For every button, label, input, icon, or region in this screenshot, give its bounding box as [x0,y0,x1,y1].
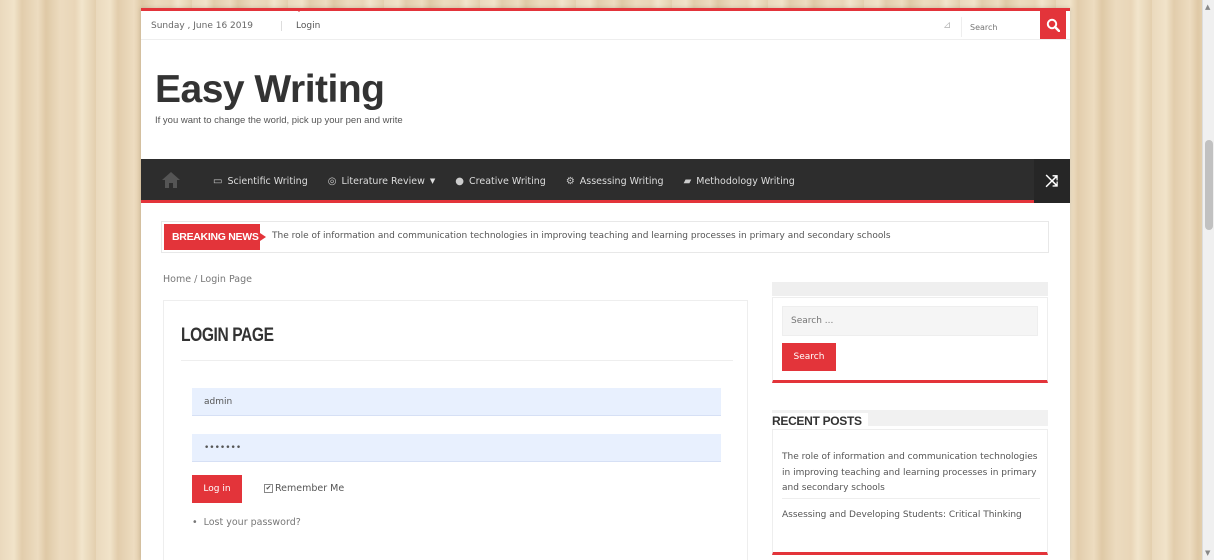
lost-password-item: • Lost your password? [192,517,301,528]
search-icon [1046,18,1060,32]
nav-item-methodology-writing[interactable]: ▰ Methodology Writing [674,159,805,203]
site-tagline: If you want to change the world, pick up… [155,115,403,126]
scrollbar-thumb[interactable] [1205,140,1213,230]
breadcrumb[interactable]: Home / Login Page [163,274,252,285]
scroll-down-icon[interactable]: ▼ [1205,549,1210,557]
title-divider [181,360,733,361]
current-date: Sunday , June 16 2019 [151,21,253,31]
nav-item-label: Literature Review [341,175,425,187]
remember-me-label: Remember Me [275,483,345,494]
login-button[interactable]: Log in [192,475,242,503]
top-bar: Sunday , June 16 2019 Login ⊿ [141,8,1070,40]
chat-icon: ◎ [327,175,337,187]
sidebar-tabs-strip [772,282,1048,296]
eye-icon: ● [455,175,465,187]
flag-icon: ▰ [683,175,692,187]
random-post-button[interactable]: ⤨ [1034,159,1070,203]
nav-item-label: Assessing Writing [579,175,664,187]
page-title: LOGIN PAGE [181,325,274,346]
site-container: Sunday , June 16 2019 Login ⊿ Easy Writi… [141,8,1070,560]
scroll-up-icon[interactable]: ▲ [1205,3,1210,11]
nav-item-label: Creative Writing [469,175,546,187]
chevron-down-icon: ▼ [429,177,436,185]
login-panel: LOGIN PAGE Log in ✔ Remember Me • Lost yo… [163,300,748,560]
bullet-icon: • [192,517,198,528]
shuffle-icon: ⤨ [1045,171,1059,190]
username-field[interactable] [192,388,721,416]
page-scrollbar[interactable]: ▲ ▼ [1202,0,1214,560]
rss-icon[interactable]: ⊿ [943,20,951,31]
nav-item-label: Methodology Writing [696,175,795,187]
cogs-icon: ⚙ [565,175,575,187]
nav-item-label: Scientific Writing [227,175,308,187]
breaking-news-ticker: BREAKING NEWS The role of information an… [161,221,1049,253]
checkbox-checked-icon[interactable]: ✔ [264,484,273,493]
main-navigation: ▭ Scientific Writing ◎ Literature Review… [141,159,1070,203]
nav-item-assessing-writing[interactable]: ⚙ Assessing Writing [556,159,674,203]
lost-password-link[interactable]: Lost your password? [204,517,301,528]
recent-posts-header: RECENT POSTS [772,410,1048,429]
recent-posts-title: RECENT POSTS [772,413,868,429]
sidebar-search-widget: Search [772,297,1048,383]
top-login-link[interactable]: Login [281,21,320,31]
site-logo[interactable]: Easy Writing [155,68,385,112]
home-icon[interactable] [161,171,181,189]
book-icon: ▭ [213,175,223,187]
remember-me-checkbox[interactable]: ✔ Remember Me [264,483,344,494]
nav-item-scientific-writing[interactable]: ▭ Scientific Writing [203,159,318,203]
recent-post-link[interactable]: Assessing and Developing Students: Criti… [782,508,1040,524]
active-caret-icon [295,8,303,12]
divider [782,498,1040,499]
recent-post-link[interactable]: The role of information and communicatio… [782,450,1040,497]
breaking-news-link[interactable]: The role of information and communicatio… [272,231,891,241]
top-search-input[interactable] [961,17,1039,37]
sidebar-search-button[interactable]: Search [782,343,836,371]
recent-posts-widget: The role of information and communicatio… [772,429,1048,555]
breaking-news-label: BREAKING NEWS [164,224,266,250]
sidebar-search-input[interactable] [782,306,1038,336]
top-search-button[interactable] [1040,11,1066,39]
password-field[interactable] [192,434,721,462]
nav-item-creative-writing[interactable]: ● Creative Writing [445,159,556,203]
nav-item-literature-review[interactable]: ◎ Literature Review ▼ [318,159,446,203]
